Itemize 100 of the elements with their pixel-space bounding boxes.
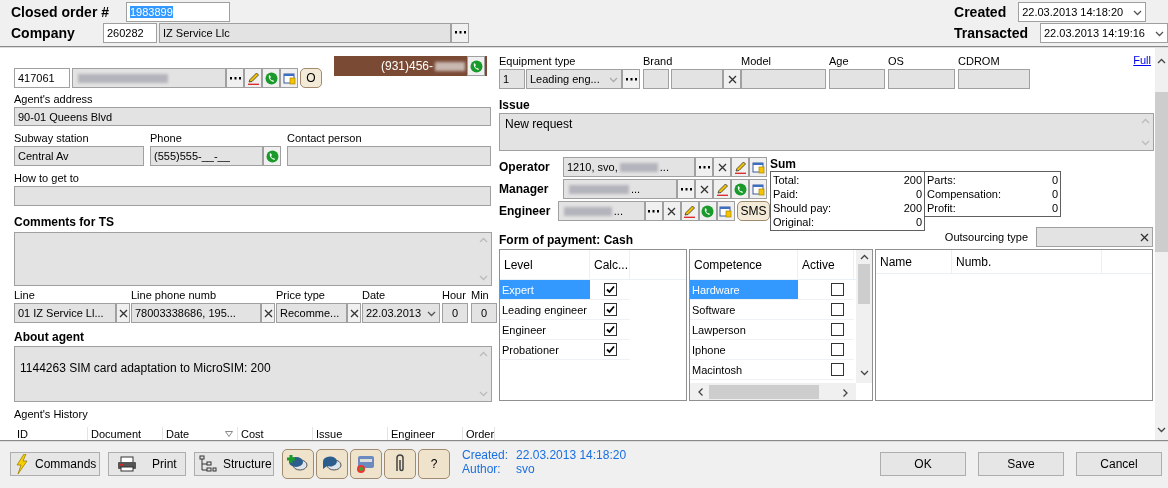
attach-button[interactable] xyxy=(384,449,416,479)
checkbox[interactable] xyxy=(603,343,617,356)
staff-field[interactable]: ... xyxy=(563,179,677,199)
column-header[interactable]: ID xyxy=(14,427,88,440)
equipment-code-field[interactable]: 1 xyxy=(499,69,525,89)
edit-button[interactable] xyxy=(731,157,749,177)
more-button[interactable] xyxy=(451,22,469,43)
ok-button[interactable]: OK xyxy=(880,452,966,476)
more-button[interactable] xyxy=(622,69,640,89)
grid-cell[interactable]: Leading engineer xyxy=(500,300,590,320)
call-button[interactable] xyxy=(263,146,281,167)
agent-code-field[interactable]: 417061 xyxy=(14,68,70,89)
structure-button[interactable]: Structure xyxy=(194,452,274,476)
company-name-field[interactable]: IZ Service Llc xyxy=(159,22,451,43)
help-button[interactable]: ? xyxy=(418,449,450,479)
comment-button[interactable] xyxy=(316,449,348,479)
clear-button[interactable] xyxy=(713,157,731,177)
directions-field[interactable] xyxy=(14,186,491,207)
clear-button[interactable] xyxy=(116,303,130,324)
age-field[interactable] xyxy=(829,69,885,89)
grid-cell[interactable]: Software xyxy=(690,300,798,320)
subway-field[interactable]: Central Av xyxy=(14,146,144,167)
scrollbar-thumb[interactable] xyxy=(858,264,870,304)
scrollbar[interactable] xyxy=(690,383,856,400)
column-header[interactable]: Competence xyxy=(690,250,798,279)
scrollbar[interactable] xyxy=(1155,48,1168,440)
number-field[interactable]: 0 xyxy=(471,303,497,324)
staff-field[interactable]: ... xyxy=(557,201,645,221)
date-field[interactable]: 22.03.2013 xyxy=(362,303,440,324)
card-button[interactable] xyxy=(749,179,767,199)
model-field[interactable] xyxy=(741,69,826,89)
scrollbar-thumb[interactable] xyxy=(709,384,819,399)
edit-button[interactable] xyxy=(713,179,731,199)
column-header[interactable]: Engineer xyxy=(388,427,463,440)
select-field[interactable]: 01 IZ Service Ll... xyxy=(14,303,116,324)
os-field[interactable] xyxy=(888,69,955,89)
phone-field[interactable]: (555)555-__-__ xyxy=(150,146,263,167)
column-header[interactable]: Name xyxy=(876,250,952,273)
created-date-field[interactable]: 22.03.2013 14:18:20 xyxy=(1018,1,1147,22)
round-button[interactable]: O xyxy=(300,68,322,89)
cancel-button[interactable]: Cancel xyxy=(1076,452,1162,476)
comments-field[interactable] xyxy=(14,232,492,287)
select-field[interactable]: 78003338686, 195... xyxy=(131,303,261,324)
about-agent-field[interactable]: 1144263 SIM card adaptation to MicroSIM: 200 xyxy=(14,346,492,403)
print-button[interactable]: Print xyxy=(108,452,186,476)
contact-person-field[interactable] xyxy=(287,146,491,167)
column-header[interactable]: Date xyxy=(163,427,238,440)
more-button[interactable] xyxy=(226,68,244,89)
equipment-type-select[interactable]: Leading eng... xyxy=(526,69,622,89)
card-button[interactable] xyxy=(280,68,298,89)
address-field[interactable]: 90-01 Queens Blvd xyxy=(14,107,491,127)
staff-field[interactable]: 1210, svo, ... xyxy=(563,157,695,177)
clear-button[interactable] xyxy=(261,303,275,324)
number-field[interactable]: 0 xyxy=(442,303,468,324)
sms-button[interactable]: SMS xyxy=(736,201,770,221)
clear-button[interactable] xyxy=(347,303,361,324)
scrollbar[interactable] xyxy=(856,250,872,383)
issue-field[interactable]: New request xyxy=(499,113,1154,151)
checkbox[interactable] xyxy=(603,323,617,336)
checkbox[interactable] xyxy=(831,303,844,316)
transacted-date-field[interactable]: 22.03.2013 14:19:16 xyxy=(1040,22,1168,43)
brand-code-field[interactable] xyxy=(643,69,669,89)
full-link[interactable]: Full xyxy=(1133,54,1151,66)
column-header[interactable]: Order xyxy=(463,427,495,440)
edit-button[interactable] xyxy=(244,68,262,89)
column-header[interactable]: Level xyxy=(500,250,590,279)
column-header[interactable]: Active xyxy=(798,250,854,279)
call-button[interactable] xyxy=(467,56,485,76)
checkbox[interactable] xyxy=(603,303,617,316)
save-button[interactable]: Save xyxy=(978,452,1064,476)
checkbox[interactable] xyxy=(831,363,844,376)
more-button[interactable] xyxy=(677,179,695,199)
grid-cell[interactable]: Engineer xyxy=(500,320,590,340)
brand-field[interactable] xyxy=(671,69,723,89)
palette-button[interactable] xyxy=(350,449,382,479)
grid-cell[interactable]: Lawperson xyxy=(690,320,798,340)
checkbox[interactable] xyxy=(831,343,844,356)
column-header[interactable]: Issue xyxy=(313,427,388,440)
grid-cell[interactable]: Probationer xyxy=(500,340,590,360)
grid-cell[interactable]: Iphone xyxy=(690,340,798,360)
scrollbar-thumb[interactable] xyxy=(1155,92,1168,252)
column-header[interactable]: Document xyxy=(88,427,163,440)
clear-button[interactable] xyxy=(695,179,713,199)
more-button[interactable] xyxy=(695,157,713,177)
checkbox[interactable] xyxy=(831,283,844,296)
agent-name-field[interactable] xyxy=(72,68,226,89)
clear-button[interactable] xyxy=(723,69,741,89)
checkbox[interactable] xyxy=(831,323,844,336)
select-field[interactable]: Recomme... xyxy=(276,303,347,324)
commands-button[interactable]: Commands xyxy=(10,452,100,476)
column-header[interactable]: Calc... xyxy=(590,250,630,279)
column-header[interactable]: Cost xyxy=(238,427,313,440)
add-comment-button[interactable] xyxy=(282,449,314,479)
outsourcing-type-field[interactable] xyxy=(1036,227,1153,247)
checkbox[interactable] xyxy=(603,283,617,296)
company-code-field[interactable]: 260282 xyxy=(103,22,157,43)
column-header[interactable]: Numb. xyxy=(952,250,1102,273)
cdrom-field[interactable] xyxy=(958,69,1030,89)
call-button[interactable] xyxy=(262,68,280,89)
grid-cell[interactable]: Macintosh xyxy=(690,360,798,380)
